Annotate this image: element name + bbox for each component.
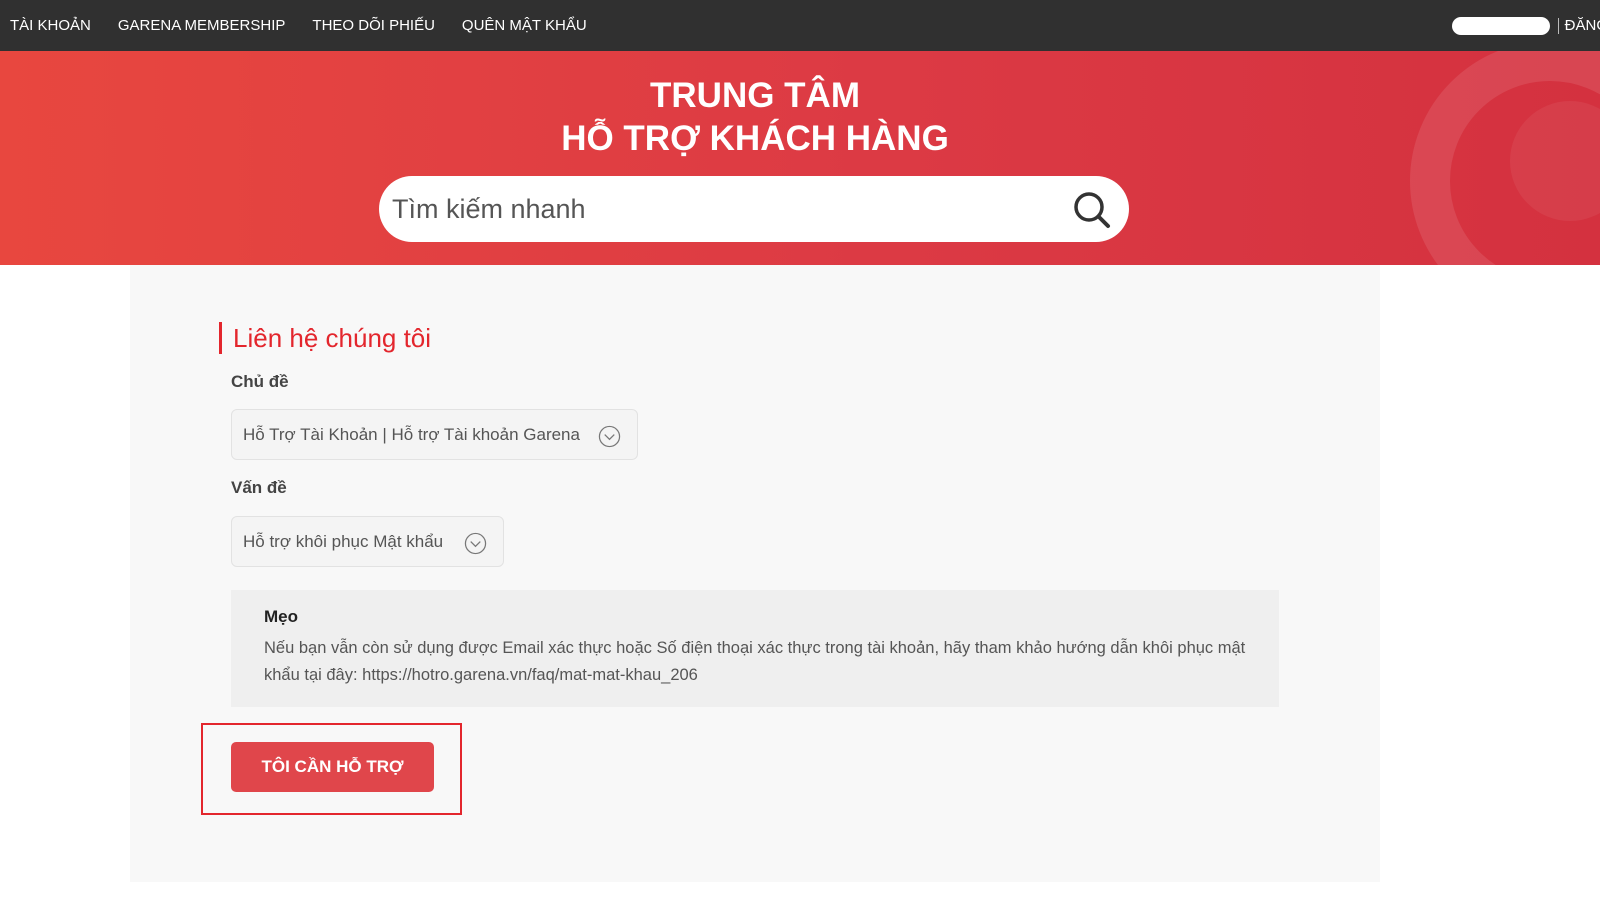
search-input[interactable] [392, 189, 1032, 229]
hero-title-line1: TRUNG TÂM [650, 76, 860, 115]
nav-item-membership[interactable]: GARENA MEMBERSHIP [118, 17, 286, 34]
topic-select[interactable]: Hỗ Trợ Tài Khoản | Hỗ trợ Tài khoản Gare… [231, 409, 638, 460]
search-icon[interactable] [1072, 190, 1112, 230]
top-nav: TÀI KHOẢN GARENA MEMBERSHIP THEO DÕI PHI… [0, 0, 1600, 51]
contact-panel: Liên hệ chúng tôi Chủ đề Hỗ Trợ Tài Khoả… [130, 265, 1380, 882]
issue-label: Vấn đề [231, 478, 287, 497]
nav-right: ĐĂNG [1451, 0, 1600, 51]
nav-item-account[interactable]: TÀI KHOẢN [10, 17, 91, 34]
tip-text: Nếu bạn vẫn còn sử dụng được Email xác t… [264, 639, 1246, 684]
tip-box: Mẹo Nếu bạn vẫn còn sử dụng được Email x… [231, 590, 1279, 707]
tip-title: Mẹo [264, 607, 298, 626]
user-name-pill[interactable] [1451, 16, 1550, 35]
chevron-down-icon [464, 532, 487, 555]
nav-item-track-ticket[interactable]: THEO DÕI PHIẾU [312, 17, 435, 34]
section-title: Liên hệ chúng tôi [219, 322, 431, 354]
login-link[interactable]: ĐĂNG [1565, 17, 1600, 34]
issue-select-value: Hỗ trợ khôi phục Mật khẩu [243, 531, 444, 551]
topic-select-value: Hỗ Trợ Tài Khoản | Hỗ trợ Tài khoản Gare… [243, 424, 580, 444]
chevron-down-icon [598, 425, 621, 448]
hero-title-line2: HỖ TRỢ KHÁCH HÀNG [561, 119, 949, 158]
hero-banner: TRUNG TÂM HỖ TRỢ KHÁCH HÀNG [0, 51, 1600, 265]
search-box [379, 176, 1129, 242]
nav-item-forgot-password[interactable]: QUÊN MẬT KHẨU [462, 17, 587, 34]
issue-select[interactable]: Hỗ trợ khôi phục Mật khẩu [231, 516, 504, 567]
need-support-button[interactable]: TÔI CẦN HỖ TRỢ [231, 742, 434, 792]
nav-divider [1557, 17, 1559, 34]
topic-label: Chủ đề [231, 372, 289, 391]
